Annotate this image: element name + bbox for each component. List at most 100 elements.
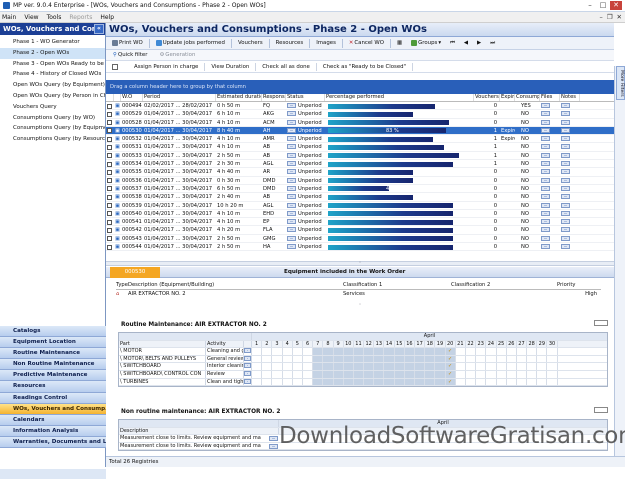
day-cell[interactable] <box>374 378 385 386</box>
module-option-item[interactable]: Phase 3 - Open WOs Ready to be C <box>0 59 105 70</box>
module-option-item[interactable]: Phase 1 - WO Generator <box>0 37 105 48</box>
day-cell[interactable] <box>384 348 395 355</box>
day-cell[interactable]: ✓ <box>445 370 456 378</box>
day-cell[interactable] <box>313 370 324 378</box>
row-checkbox[interactable] <box>107 236 112 242</box>
day-cell[interactable] <box>527 363 538 370</box>
table-row[interactable]: ▣ 000528 01/04/2017 ... 30/04/2017 4 h 10 m… <box>106 119 614 127</box>
col-files[interactable]: Files <box>540 94 560 101</box>
day-cell[interactable] <box>252 370 263 378</box>
day-cell[interactable]: ✓ <box>445 348 456 355</box>
day-cell[interactable] <box>283 355 293 363</box>
ellipsis-button[interactable]: ··· <box>287 152 296 158</box>
grid-icon[interactable]: ▦ <box>394 38 405 48</box>
notes-button[interactable]: ··· <box>561 103 570 108</box>
day-cell[interactable] <box>456 348 466 355</box>
day-cell[interactable] <box>537 378 548 386</box>
ellipsis-button[interactable]: ··· <box>287 210 296 216</box>
day-cell[interactable] <box>283 348 293 355</box>
day-cell[interactable] <box>497 348 507 355</box>
notes-button[interactable]: ··· <box>561 185 570 191</box>
table-row[interactable]: ▣ 000534 01/04/2017 ... 30/04/2017 2 h 30 m… <box>106 160 614 169</box>
day-cell[interactable] <box>497 363 507 370</box>
ellipsis-button[interactable]: ··· <box>287 227 296 233</box>
category-item[interactable]: Catalogs <box>0 326 106 338</box>
zoom-slider-2[interactable] <box>594 407 608 413</box>
day-cell[interactable] <box>333 355 344 363</box>
day-cell[interactable] <box>313 355 324 363</box>
day-cell[interactable] <box>293 355 303 363</box>
day-cell[interactable] <box>252 378 263 386</box>
files-button[interactable]: ··· <box>541 185 550 191</box>
col-part[interactable]: Part <box>119 340 206 348</box>
first-record-icon[interactable]: ⏮ <box>447 38 458 48</box>
files-button[interactable]: ··· <box>541 127 550 133</box>
day-cell[interactable] <box>486 348 497 355</box>
day-cell[interactable] <box>283 363 293 370</box>
day-cell[interactable] <box>353 363 365 370</box>
ellipsis-button[interactable]: ··· <box>287 185 296 191</box>
table-row[interactable]: ▣ 000542 01/04/2017 ... 30/04/2017 4 h 20 m… <box>106 226 614 235</box>
ellipsis-button[interactable]: ··· <box>287 161 296 167</box>
day-cell[interactable] <box>394 355 405 363</box>
day-cell[interactable] <box>507 370 517 378</box>
col-period[interactable]: Period <box>143 94 216 101</box>
day-cell[interactable] <box>394 378 405 386</box>
col-responsible[interactable]: Responsible <box>262 94 286 101</box>
day-cell[interactable] <box>364 348 375 355</box>
day-cell[interactable] <box>333 363 344 370</box>
col-classification-1[interactable]: Classification 1 <box>343 282 451 289</box>
day-cell[interactable] <box>466 363 477 370</box>
row-checkbox[interactable] <box>107 178 112 184</box>
category-item[interactable]: Non Routine Maintenance <box>0 359 106 371</box>
day-cell[interactable] <box>507 355 517 363</box>
table-row[interactable]: ▣ 000529 01/04/2017 ... 30/04/2017 6 h 10 m… <box>106 110 614 119</box>
col-status[interactable]: Status <box>286 94 325 101</box>
day-cell[interactable] <box>272 370 283 378</box>
previous-record-icon[interactable]: ◀ <box>461 38 471 48</box>
day-cell[interactable] <box>293 363 303 370</box>
day-cell[interactable] <box>547 348 558 355</box>
group-by-area[interactable]: Drag a column header here to group by th… <box>106 80 614 94</box>
day-cell[interactable] <box>343 378 354 386</box>
ellipsis-button[interactable]: ··· <box>287 144 296 150</box>
col-vouchers[interactable]: Vouchers <box>474 94 500 101</box>
module-option-item[interactable]: Phase 2 - Open WOs <box>0 47 105 59</box>
category-item[interactable]: Predictive Maintenance <box>0 370 106 382</box>
day-cell[interactable] <box>384 355 395 363</box>
day-cell[interactable] <box>527 378 538 386</box>
day-cell[interactable] <box>272 378 283 386</box>
day-cell[interactable] <box>323 378 334 386</box>
day-cell[interactable] <box>415 378 426 386</box>
day-cell[interactable] <box>456 370 466 378</box>
day-cell[interactable] <box>456 378 466 386</box>
day-cell[interactable] <box>425 378 436 386</box>
day-cell[interactable] <box>425 363 436 370</box>
files-button[interactable]: ··· <box>541 244 550 250</box>
col-duration[interactable]: Estimated duration <box>216 94 262 101</box>
files-button[interactable]: ··· <box>541 235 550 241</box>
ellipsis-button[interactable]: ··· <box>287 177 296 183</box>
day-cell[interactable] <box>252 355 263 363</box>
table-row[interactable]: ▣ 000544 01/04/2017 ... 30/04/2017 2 h 50 m… <box>106 243 614 252</box>
day-cell[interactable] <box>466 348 477 355</box>
day-cell[interactable] <box>476 370 487 378</box>
day-cell[interactable] <box>404 363 415 370</box>
day-cell[interactable] <box>425 348 436 355</box>
module-option-item[interactable]: Open WOs Query (by Person in Cha <box>0 91 105 102</box>
day-cell[interactable] <box>364 378 375 386</box>
files-button[interactable]: ··· <box>541 202 550 208</box>
table-row[interactable]: ▣ 000540 01/04/2017 ... 30/04/2017 4 h 10 m… <box>106 210 614 219</box>
day-cell[interactable] <box>303 348 314 355</box>
day-cell[interactable] <box>456 363 466 370</box>
day-cell[interactable] <box>486 355 497 363</box>
category-item[interactable]: Equipment Location <box>0 337 106 349</box>
notes-button[interactable]: ··· <box>561 227 570 233</box>
day-cell[interactable] <box>272 355 283 363</box>
notes-button[interactable]: ··· <box>561 219 570 225</box>
files-button[interactable]: ··· <box>541 136 550 142</box>
day-cell[interactable] <box>435 378 446 386</box>
day-cell[interactable] <box>303 370 314 378</box>
files-button[interactable]: ··· <box>541 177 550 183</box>
day-cell[interactable] <box>272 363 283 370</box>
